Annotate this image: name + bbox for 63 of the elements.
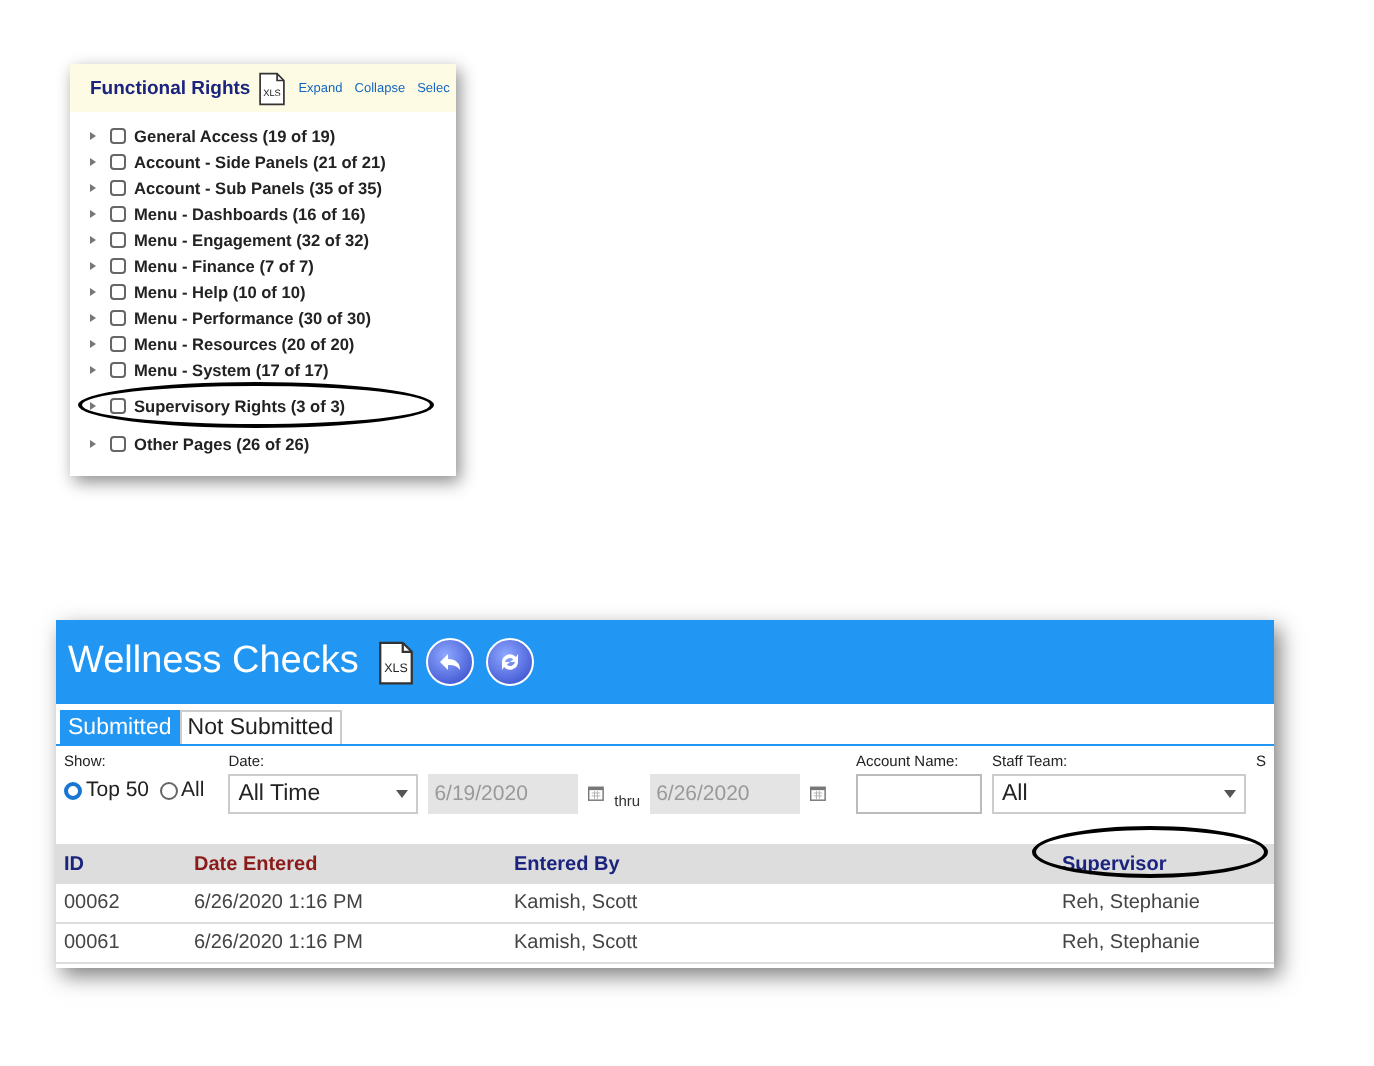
- rights-group-label: Other Pages (26 of 26): [134, 433, 310, 453]
- expand-arrow-icon[interactable]: [90, 157, 96, 165]
- rights-group-label: General Access (19 of 19): [134, 125, 336, 145]
- date-range-dropdown[interactable]: All Time: [228, 774, 419, 814]
- column-header[interactable]: ID: [56, 853, 186, 875]
- column-header[interactable]: Date Entered: [186, 853, 506, 875]
- checkbox[interactable]: [110, 179, 126, 195]
- expand-arrow-icon[interactable]: [90, 439, 96, 447]
- checkbox[interactable]: [110, 397, 126, 413]
- checkbox[interactable]: [110, 309, 126, 325]
- checkbox[interactable]: [110, 257, 126, 273]
- column-header[interactable]: Entered By: [506, 853, 1034, 875]
- account-name-field[interactable]: [855, 774, 982, 814]
- page-title: Wellness Checks: [68, 640, 359, 684]
- checkbox[interactable]: [110, 127, 126, 143]
- checkbox[interactable]: [110, 153, 126, 169]
- column-header[interactable]: Supervisor: [1034, 853, 1274, 875]
- checkbox[interactable]: [110, 335, 126, 351]
- expand-arrow-icon[interactable]: [90, 401, 96, 409]
- expand-arrow-icon[interactable]: [90, 183, 96, 191]
- tab[interactable]: Not Submitted: [179, 710, 342, 744]
- rights-group-label: Account - Side Panels (21 of 21): [134, 151, 386, 171]
- rights-group-label: Menu - System (17 of 17): [134, 359, 329, 379]
- checkbox[interactable]: [110, 361, 126, 377]
- radio-button[interactable]: [159, 781, 178, 799]
- rights-group-label: Menu - Performance (30 of 30): [134, 307, 371, 327]
- table-cell-text: 6/26/2020 1:16 PM: [192, 892, 366, 914]
- rights-group-label: Menu - Resources (20 of 20): [134, 333, 355, 353]
- table-cell-text: Reh, Stephanie: [1060, 932, 1202, 954]
- rights-group-label: Menu - Finance (7 of 7): [134, 255, 314, 275]
- rights-group-label: Menu - Engagement (32 of 32): [134, 229, 370, 249]
- table-cell-text: Kamish, Scott: [512, 892, 640, 914]
- calendar-icon[interactable]: [810, 782, 826, 804]
- radio-label: All: [181, 778, 205, 802]
- expand-arrow-icon[interactable]: [90, 313, 96, 321]
- expand-arrow-icon[interactable]: [90, 365, 96, 373]
- checkbox[interactable]: [110, 283, 126, 299]
- caret-icon: [1223, 790, 1236, 798]
- radio-label: Top 50: [86, 778, 150, 802]
- checkbox[interactable]: [110, 435, 126, 451]
- rights-group-label: Menu - Help (10 of 10): [134, 281, 306, 301]
- expand-arrow-icon[interactable]: [90, 339, 96, 347]
- table-cell-text: Kamish, Scott: [512, 932, 640, 954]
- checkbox[interactable]: [110, 205, 126, 221]
- radio-button[interactable]: [64, 781, 82, 799]
- table-cell-text: 6/26/2020 1:16 PM: [192, 932, 366, 954]
- refresh-icon[interactable]: [486, 638, 535, 686]
- panel-title: Functional Rights: [90, 77, 251, 99]
- expand-arrow-icon[interactable]: [90, 261, 96, 269]
- caret-icon: [396, 790, 409, 798]
- expand-arrow-icon[interactable]: [90, 235, 96, 243]
- table-cell-text: 00062: [62, 892, 122, 914]
- rights-group-label: Supervisory Rights (3 of 3): [134, 395, 346, 415]
- calendar-icon[interactable]: [588, 782, 605, 804]
- rights-group-label: Menu - Dashboards (16 of 16): [134, 203, 366, 223]
- checkbox[interactable]: [110, 231, 126, 247]
- expand-arrow-icon[interactable]: [90, 131, 96, 139]
- table-cell-text: Reh, Stephanie: [1060, 892, 1202, 914]
- table-cell-text: 00061: [62, 932, 122, 954]
- rights-group-label: Account - Sub Panels (35 of 35): [134, 177, 383, 197]
- staff-team-dropdown[interactable]: All: [991, 774, 1246, 814]
- expand-arrow-icon[interactable]: [90, 209, 96, 217]
- expand-arrow-icon[interactable]: [90, 287, 96, 295]
